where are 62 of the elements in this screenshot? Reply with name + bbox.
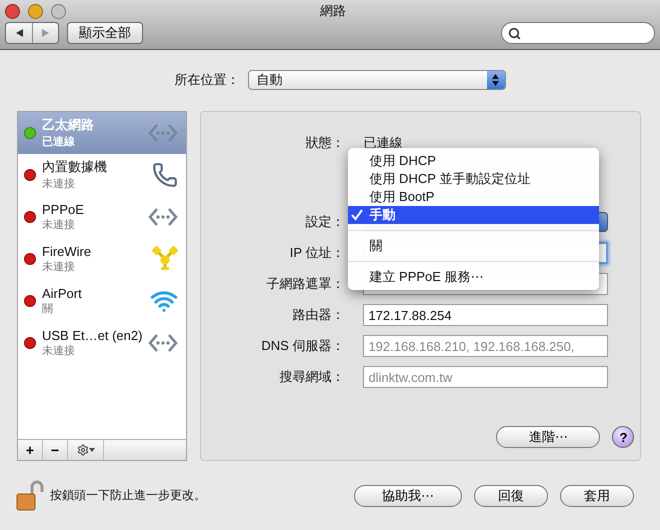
service-name: USB Et…et (en2) [42, 328, 142, 343]
service-status: 關 [42, 302, 54, 316]
firewire-icon [152, 244, 178, 273]
assist-button[interactable]: 協助我⋯ [354, 484, 462, 507]
ethernet-icon [148, 332, 178, 353]
service-item[interactable]: PPPoE 未連接 [18, 196, 186, 238]
field-label: 搜尋網域： [278, 368, 346, 386]
apply-button[interactable]: 套用 [560, 484, 634, 507]
service-item[interactable]: 內置數據機 未連接 [18, 154, 186, 196]
service-item[interactable]: AirPort 關 [18, 280, 186, 322]
close-button[interactable] [5, 4, 20, 18]
menu-item[interactable]: 關 [348, 236, 600, 255]
service-name: AirPort [42, 286, 83, 301]
zoom-button[interactable] [51, 4, 66, 18]
menu-item[interactable]: 使用 DHCP [348, 152, 600, 170]
service-status: 未連接 [42, 218, 76, 232]
location-label: 所在位置： [174, 71, 240, 90]
left-triangle-icon [14, 28, 24, 38]
remove-button[interactable]: − [43, 440, 68, 460]
search-icon [508, 26, 521, 40]
service-name: 乙太網路 [42, 116, 95, 134]
input-field[interactable]: 192.168.168.210, 192.168.168.250, [363, 335, 608, 358]
phone-icon [152, 162, 178, 188]
field-label: DNS 伺服器： [260, 337, 346, 356]
menu-item[interactable]: 使用 DHCP 並手動設定位址 [348, 170, 600, 188]
service-status: 未連接 [42, 344, 76, 358]
service-status: 未連接 [42, 260, 76, 274]
input-field[interactable]: 172.17.88.254 [363, 304, 608, 326]
search-field[interactable] [501, 22, 655, 44]
service-item[interactable]: USB Et…et (en2) 未連接 [18, 322, 186, 364]
advanced-button[interactable]: 進階⋯ [496, 426, 600, 448]
menu-item[interactable]: 手動 [348, 206, 600, 224]
minimize-button[interactable] [28, 4, 43, 18]
revert-button[interactable]: 回復 [474, 484, 548, 507]
status-value: 已連線 [363, 134, 402, 152]
caret-icon [88, 448, 94, 452]
right-triangle-icon [41, 28, 50, 38]
field-label: 路由器： [291, 306, 346, 324]
lock-hint: 按鎖頭一下防止進一步更改。 [50, 487, 206, 504]
service-status: 未連接 [42, 176, 76, 192]
add-button[interactable]: + [18, 440, 43, 460]
menu-item[interactable]: 使用 BootP [348, 188, 600, 206]
location-popup[interactable]: 自動 [248, 70, 506, 90]
stepper-arrows-icon [492, 74, 499, 86]
field-label: 設定： [304, 213, 346, 232]
field-label: IP 位址： [288, 244, 346, 262]
window-title: 網路 [319, 2, 347, 20]
ethernet-icon [148, 122, 178, 143]
service-status: 已連線 [42, 134, 76, 150]
input-field[interactable]: dlinktw.com.tw [363, 366, 608, 388]
service-name: FireWire [42, 244, 92, 259]
show-all-button[interactable]: 顯示全部 [67, 22, 143, 44]
service-name: 內置數據機 [42, 158, 108, 176]
service-name: PPPoE [42, 202, 85, 217]
gear-icon [76, 444, 88, 456]
menu-item[interactable]: 建立 PPPoE 服務⋯ [348, 268, 600, 286]
field-label: 子網路遮罩： [265, 275, 346, 294]
checkmark-icon [351, 208, 364, 221]
help-button[interactable]: ? [612, 426, 634, 448]
ethernet-icon [148, 206, 178, 227]
field-label: 狀態： [304, 134, 346, 152]
service-item[interactable]: FireWire 未連接 [18, 238, 186, 280]
